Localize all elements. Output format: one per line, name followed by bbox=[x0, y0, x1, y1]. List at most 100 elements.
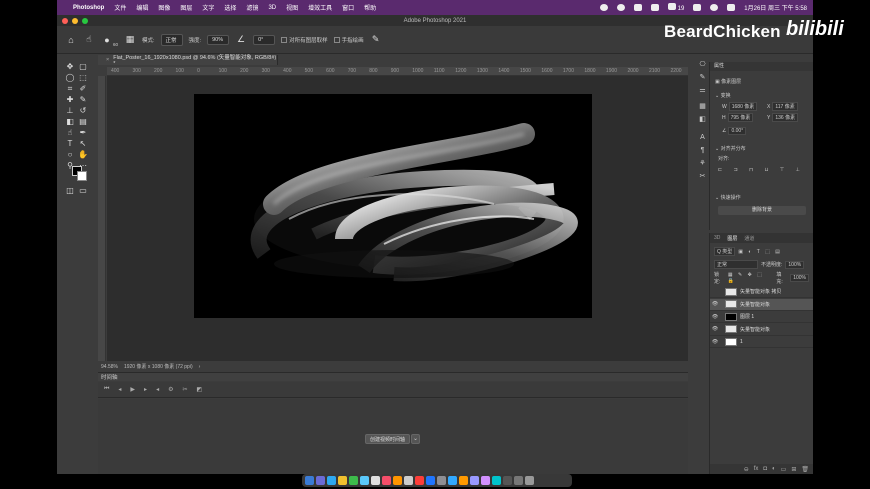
x-field[interactable]: 117 像素 bbox=[772, 102, 798, 111]
settings-app-icon[interactable] bbox=[437, 476, 446, 485]
menu-edit[interactable]: 编辑 bbox=[136, 3, 148, 12]
layer-row[interactable]: 👁 矢量智能对象 bbox=[710, 298, 813, 311]
add-mask-icon[interactable]: ◘ bbox=[763, 466, 767, 472]
create-video-timeline-button[interactable]: 创建视频时间轴 bbox=[365, 434, 411, 444]
audio-icon[interactable]: ◂ bbox=[156, 386, 159, 393]
visibility-eye-icon[interactable]: 👁 bbox=[710, 326, 720, 332]
home-icon[interactable]: ⌂ bbox=[65, 34, 77, 46]
menu-type[interactable]: 文字 bbox=[202, 3, 214, 12]
adjustments-icon[interactable]: ⚌ bbox=[698, 86, 707, 95]
menu-file[interactable]: 文件 bbox=[114, 3, 126, 12]
sample-all-layers-toggle[interactable]: 对所有图层取样 bbox=[281, 36, 328, 44]
artboard-tool-icon[interactable]: ▢ bbox=[78, 62, 88, 71]
terminal-app-icon[interactable] bbox=[503, 476, 512, 485]
status-arrow-icon[interactable]: › bbox=[199, 364, 201, 370]
menu-plugins[interactable]: 增效工具 bbox=[308, 3, 332, 12]
folder-app-icon[interactable] bbox=[514, 476, 523, 485]
notes-app-icon[interactable] bbox=[404, 476, 413, 485]
brush-settings-icon[interactable]: ▦ bbox=[124, 34, 136, 46]
height-field[interactable]: 795 像素 bbox=[727, 113, 754, 122]
vertical-ruler[interactable] bbox=[98, 76, 106, 361]
opacity-field[interactable]: 100% bbox=[785, 260, 805, 269]
object-select-tool-icon[interactable]: ⬚ bbox=[78, 73, 88, 82]
menu-3d[interactable]: 3D bbox=[268, 5, 276, 11]
character-panel-icon[interactable]: A bbox=[698, 133, 707, 142]
kind-filter-select[interactable]: Q 类型 bbox=[714, 247, 736, 256]
stamp-tool-icon[interactable]: ⊥ bbox=[65, 106, 75, 115]
launchpad-app-icon[interactable] bbox=[316, 476, 325, 485]
swatch-panel-icon[interactable]: ▦ bbox=[698, 102, 707, 111]
search-icon[interactable] bbox=[710, 4, 719, 11]
visibility-eye-icon[interactable]: 👁 bbox=[710, 314, 720, 320]
hand-tool-icon[interactable]: ✋ bbox=[78, 150, 88, 159]
new-layer-icon[interactable]: ⊞ bbox=[791, 466, 796, 473]
fill-field[interactable]: 100% bbox=[790, 273, 809, 282]
split-icon[interactable]: ✂ bbox=[182, 386, 187, 393]
pressure-icon[interactable]: ✎ bbox=[370, 34, 382, 46]
lock-icons[interactable]: ▦ ✎ ✥ ⬚ 🔒 bbox=[728, 272, 773, 284]
tab-channels[interactable]: 通道 bbox=[744, 235, 754, 242]
type-tool-icon[interactable]: T bbox=[65, 139, 75, 148]
styles-icon[interactable]: ◧ bbox=[698, 115, 707, 124]
premiere-app-icon[interactable] bbox=[470, 476, 479, 485]
menu-layer[interactable]: 图层 bbox=[180, 3, 192, 12]
paragraph-panel-icon[interactable]: ¶ bbox=[698, 146, 707, 155]
adjustment-layer-icon[interactable]: ◐ bbox=[772, 466, 776, 472]
settings-icon[interactable]: ⚙ bbox=[168, 386, 173, 393]
chevron-down-icon[interactable]: ⌄ bbox=[411, 434, 420, 444]
filter-icons[interactable]: ▣ ◐ T ⬚ ▤ bbox=[738, 249, 782, 255]
layer-row[interactable]: 👁 图层 1 bbox=[710, 311, 813, 323]
visibility-eye-icon[interactable]: 👁 bbox=[710, 339, 720, 345]
tab-3d[interactable]: 3D bbox=[714, 235, 720, 241]
history-panel-icon[interactable]: ⎔ bbox=[698, 60, 707, 69]
pen-tool-icon[interactable]: ✒ bbox=[78, 128, 88, 137]
crop-tool-icon[interactable]: ⌗ bbox=[65, 84, 75, 93]
messages-app-icon[interactable] bbox=[349, 476, 358, 485]
transition-icon[interactable]: ◩ bbox=[197, 386, 203, 393]
horizontal-ruler[interactable]: 400 300 200 100 0 100 200 300 400 500 600 700 800 900… bbox=[107, 67, 688, 76]
width-field[interactable]: 1680 像素 bbox=[728, 102, 758, 111]
finger-paint-toggle[interactable]: 手指绘画 bbox=[333, 36, 364, 44]
app-icon[interactable] bbox=[492, 476, 501, 485]
finger-paint-checkbox[interactable] bbox=[333, 37, 340, 44]
photos-app-icon[interactable] bbox=[382, 476, 391, 485]
align-buttons-row[interactable]: ⊏ ⊐ ⊓ ⊔ ⊤ ⊥ bbox=[718, 167, 805, 173]
angle-field[interactable]: 0° bbox=[253, 34, 276, 45]
layer-row[interactable]: 矢量智能对象 拷贝 bbox=[710, 286, 813, 298]
angle-field[interactable]: 0.00° bbox=[728, 127, 747, 135]
move-tool-icon[interactable]: ✥ bbox=[65, 62, 75, 71]
brush-panel-icon[interactable]: ✎ bbox=[698, 73, 707, 82]
display-icon[interactable] bbox=[650, 4, 659, 11]
menu-window[interactable]: 窗口 bbox=[342, 3, 354, 12]
history-brush-icon[interactable]: ↺ bbox=[78, 106, 88, 115]
music-app-icon[interactable] bbox=[415, 476, 424, 485]
battery-indicator[interactable]: 19 bbox=[667, 3, 684, 12]
background-color-swatch[interactable] bbox=[77, 171, 87, 181]
healing-tool-icon[interactable]: ✚ bbox=[65, 95, 75, 104]
menu-select[interactable]: 选择 bbox=[224, 3, 236, 12]
gradient-tool-icon[interactable]: ▤ bbox=[78, 117, 88, 126]
finder-app-icon[interactable] bbox=[305, 476, 314, 485]
brush-tool-icon[interactable]: ✎ bbox=[78, 95, 88, 104]
maps-app-icon[interactable] bbox=[371, 476, 380, 485]
visibility-eye-icon[interactable]: 👁 bbox=[710, 301, 720, 307]
tab-layers[interactable]: 图层 bbox=[727, 235, 737, 242]
menu-app-name[interactable]: Photoshop bbox=[73, 5, 104, 11]
glyphs-icon[interactable]: ⚘ bbox=[698, 159, 707, 168]
illustrator-app-icon[interactable] bbox=[459, 476, 468, 485]
tools-panel-icon[interactable]: ✂ bbox=[698, 172, 707, 181]
sample-all-layers-checkbox[interactable] bbox=[281, 37, 288, 44]
menu-view[interactable]: 视图 bbox=[286, 3, 298, 12]
mail-app-icon[interactable] bbox=[360, 476, 369, 485]
zoom-level[interactable]: 94.58% bbox=[101, 364, 118, 370]
eraser-tool-icon[interactable]: ◧ bbox=[65, 117, 75, 126]
brush-preset-icon[interactable]: ● bbox=[101, 34, 113, 46]
record-icon[interactable] bbox=[599, 4, 608, 11]
path-select-tool-icon[interactable]: ↖ bbox=[78, 139, 88, 148]
document-size-info[interactable]: 1920 像素 x 1080 像素 (72 ppi) bbox=[124, 363, 193, 370]
first-frame-icon[interactable]: ⏮ bbox=[104, 386, 109, 393]
sync-icon[interactable] bbox=[616, 4, 625, 11]
grid-icon[interactable] bbox=[633, 4, 642, 11]
canvas-area[interactable] bbox=[107, 76, 688, 361]
photoshop-app-icon[interactable] bbox=[448, 476, 457, 485]
